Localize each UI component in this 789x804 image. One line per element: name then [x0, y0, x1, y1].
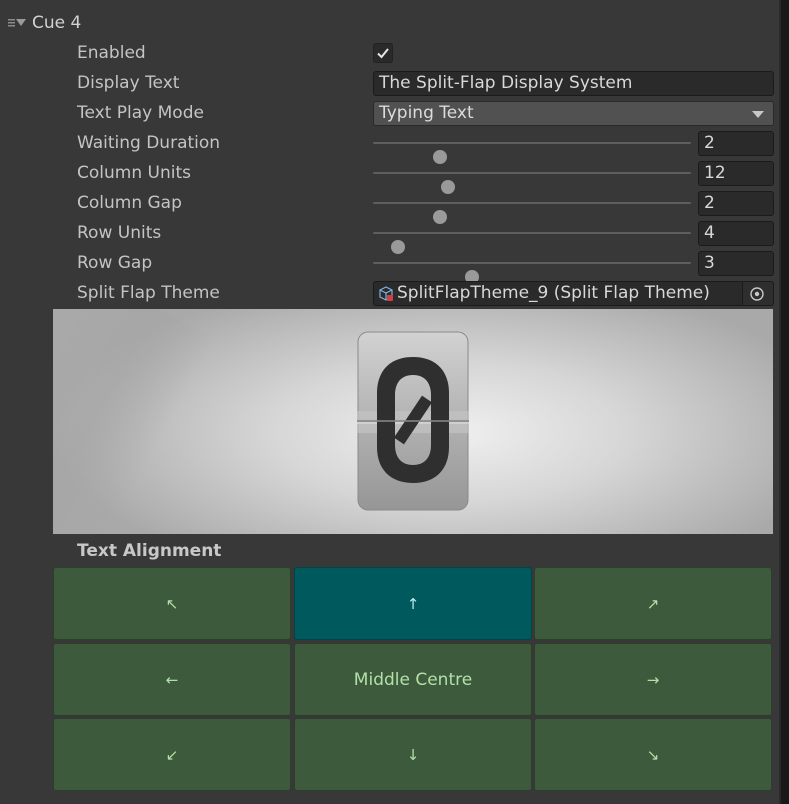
display-text-label: Display Text	[77, 73, 180, 93]
arrow-up-right-icon: ↗	[646, 594, 660, 613]
display-text-row: Display Text The Split-Flap Display Syst…	[0, 68, 781, 98]
column-gap-slider[interactable]	[373, 202, 691, 224]
arrow-right-icon: →	[646, 670, 660, 689]
row-gap-slider[interactable]	[373, 262, 691, 284]
enabled-row: Enabled	[0, 38, 781, 68]
text-alignment-title: Text Alignment	[77, 541, 222, 561]
text-play-mode-label: Text Play Mode	[77, 103, 204, 123]
row-units-slider[interactable]	[373, 232, 691, 254]
scriptable-object-icon	[378, 286, 394, 305]
split-flap-theme-label: Split Flap Theme	[77, 283, 220, 303]
column-units-slider[interactable]	[373, 172, 691, 194]
align-lower-centre-button[interactable]: ↓	[294, 718, 532, 791]
split-flap-digit	[357, 331, 469, 511]
align-upper-right-button[interactable]: ↗	[534, 567, 772, 640]
align-middle-left-button[interactable]: ←	[53, 643, 291, 716]
dropdown-arrow-icon	[752, 111, 764, 118]
row-units-input[interactable]: 4	[698, 221, 774, 246]
cue-title: Cue 4	[32, 13, 82, 33]
display-text-input[interactable]: The Split-Flap Display System	[373, 71, 774, 96]
cue-header[interactable]: Cue 4	[6, 10, 81, 36]
checkmark-icon	[377, 48, 389, 59]
column-units-row: Column Units 12	[0, 158, 781, 194]
waiting-duration-label: Waiting Duration	[77, 133, 221, 153]
arrow-down-right-icon: ↘	[646, 745, 660, 764]
column-units-input[interactable]: 12	[698, 161, 774, 186]
align-upper-left-button[interactable]: ↖	[53, 567, 291, 640]
split-flap-theme-row: Split Flap Theme SplitFlapTheme_9 (Split…	[0, 278, 781, 308]
scrollbar-gutter	[781, 0, 789, 804]
arrow-left-icon: ←	[165, 670, 179, 689]
text-play-mode-dropdown[interactable]: Typing Text	[373, 101, 774, 126]
waiting-duration-input[interactable]: 2	[698, 131, 774, 156]
column-units-label: Column Units	[77, 163, 191, 183]
target-icon	[750, 287, 764, 301]
arrow-down-icon: ↓	[406, 745, 420, 764]
column-gap-row: Column Gap 2	[0, 188, 781, 224]
preview-light-streak	[53, 309, 216, 534]
align-lower-right-button[interactable]: ↘	[534, 718, 772, 791]
middle-centre-label: Middle Centre	[353, 669, 473, 690]
row-gap-label: Row Gap	[77, 253, 153, 273]
enabled-checkbox[interactable]	[373, 43, 393, 63]
align-lower-left-button[interactable]: ↙	[53, 718, 291, 791]
column-gap-label: Column Gap	[77, 193, 182, 213]
enabled-label: Enabled	[77, 43, 146, 63]
column-gap-input[interactable]: 2	[698, 191, 774, 216]
text-play-mode-value: Typing Text	[379, 103, 474, 123]
row-units-row: Row Units 4	[0, 218, 781, 254]
menu-collapse-icon[interactable]	[6, 13, 28, 33]
waiting-duration-row: Waiting Duration 2	[0, 128, 781, 164]
row-units-label: Row Units	[77, 223, 162, 243]
align-upper-centre-button[interactable]: ↑	[294, 567, 532, 640]
split-flap-theme-field[interactable]: SplitFlapTheme_9 (Split Flap Theme)	[373, 281, 774, 306]
text-alignment-grid: ↖ ↑ ↗ ← Middle Centre → ↙ ↓ ↘	[53, 567, 773, 792]
arrow-down-left-icon: ↙	[165, 745, 179, 764]
align-middle-right-button[interactable]: →	[534, 643, 772, 716]
align-middle-centre-button[interactable]: Middle Centre	[294, 643, 532, 716]
object-picker-button[interactable]	[742, 282, 773, 305]
row-gap-row: Row Gap 3	[0, 248, 781, 284]
text-play-mode-row: Text Play Mode Typing Text	[0, 98, 781, 128]
arrow-up-left-icon: ↖	[165, 594, 179, 613]
row-gap-input[interactable]: 3	[698, 251, 774, 276]
waiting-duration-slider[interactable]	[373, 142, 691, 164]
arrow-up-icon: ↑	[406, 594, 420, 613]
split-flap-preview	[53, 309, 773, 534]
split-flap-theme-value: SplitFlapTheme_9 (Split Flap Theme)	[397, 283, 710, 303]
